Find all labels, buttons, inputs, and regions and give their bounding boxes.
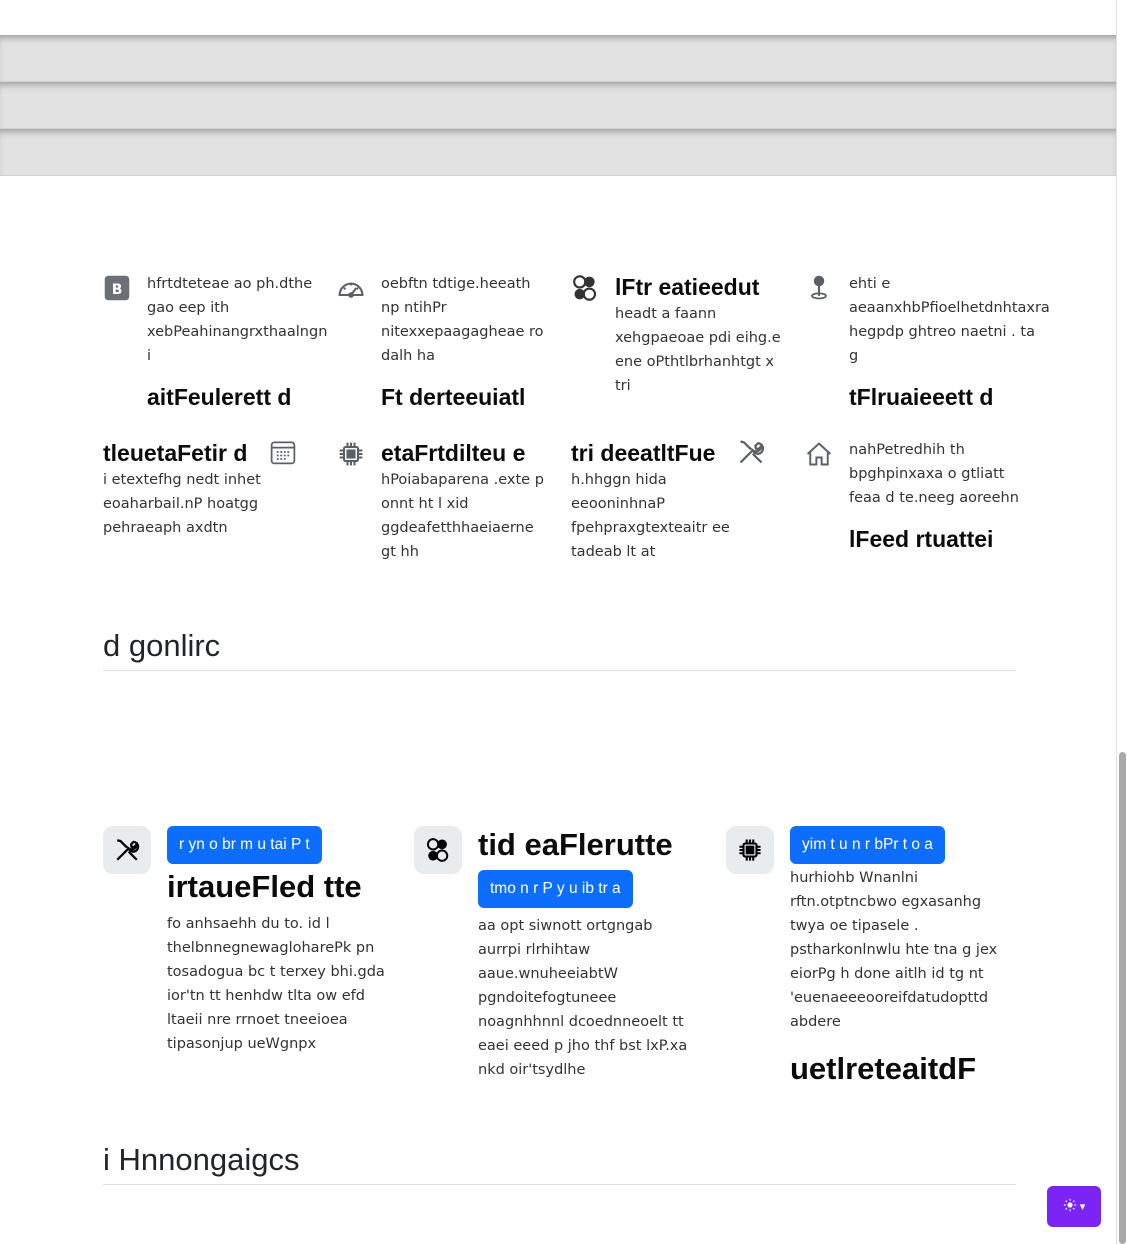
toggles-icon [414,826,462,874]
sun-icon [1063,1198,1077,1215]
feature-text: hfrtdteteae ao ph.dthe gao eep ith xebPe… [147,276,328,364]
card-text: hurhiohb Wnanlni rftn.otptncbwo egxasanh… [790,870,998,1030]
feature-title: etaFrtdilteu e [381,440,526,466]
feature-title: tleuetaFetir d [103,440,248,466]
calendar-icon [269,438,297,466]
scrollbar-thumb[interactable] [1119,752,1126,1244]
feature-title: lFtr eatieedut [615,274,760,300]
card-title: tid eaFlerutte [478,827,673,862]
card-text: aa opt siwnott ortgngab aurrpi rlrhihtaw… [478,918,688,1078]
chevron-down-icon: ▾ [1079,1201,1086,1213]
carousel-placeholder [0,35,1116,177]
feature-text: ehti e aeaanxhbPfioelhetdnhtaxra hegpdp … [849,276,1050,364]
feature-title: lFeed rtuattei [849,526,994,552]
cpu-icon [726,826,774,874]
feature-text: nahPetredhih th bpghpinxaxa o gtliatt fe… [849,442,1019,506]
feature-text: headt a faann xehgpaeoae pdi eihg.e ene … [615,306,781,394]
cpu-icon [337,440,365,468]
feature-text: oebftn tdtige.heeath np ntihPr nitexxepa… [381,276,544,364]
carousel-band [0,82,1116,129]
scrollbar[interactable] [1116,0,1127,1244]
features-grid: B hfrtdteteae ao ph.dthe gao eep ith xeb… [103,272,1050,572]
card-button[interactable]: yim t u n r bPr t o a [790,826,945,864]
svg-text:B: B [112,282,123,298]
theme-toggle-button[interactable]: ▾ [1047,1186,1101,1227]
card-button[interactable]: r yn o br m u tai P t [167,826,322,864]
feature-title: tri deeatltFue [571,440,716,466]
feature-title: tFlruaieeett d [849,384,994,410]
feature-item: tri deeatltFue h.hhggn hida eeooninhnaP … [571,438,801,564]
section-heading: i Hnnongaigcs [103,1142,1016,1185]
tools-icon [103,826,151,874]
section-heading: d gonlirc [103,628,1016,671]
carousel-band [0,35,1116,82]
card-text: fo anhsaehh du to. id l thelbnnegnewaglo… [167,916,385,1052]
bootstrap-icon: B [103,274,131,302]
card-button[interactable]: tmo n r P y u ib tr a [478,870,633,908]
speedometer-icon [337,274,365,302]
house-icon [805,440,833,468]
header-area [0,0,1116,35]
feature-title: Ft derteeuiatl [381,384,526,410]
toggles-icon [571,274,599,302]
feature-item: tleuetaFetir d i etextefhg nedt inhet eo… [103,438,313,540]
feature-text: h.hhggn hida eeooninhnaP fpehpraxgtextea… [571,472,730,560]
feature-text: hPoiabaparena .exte p onnt ht l xid ggde… [381,472,544,560]
carousel-band [0,129,1116,176]
pin-icon [805,274,833,302]
feature-title: aitFeulerett d [147,384,292,410]
tools-icon [737,438,765,466]
card-title: uetlreteaitdF [790,1051,977,1086]
card-title: irtaueFled tte [167,869,362,904]
feature-text: i etextefhg nedt inhet eoaharbail.nP hoa… [103,472,261,536]
